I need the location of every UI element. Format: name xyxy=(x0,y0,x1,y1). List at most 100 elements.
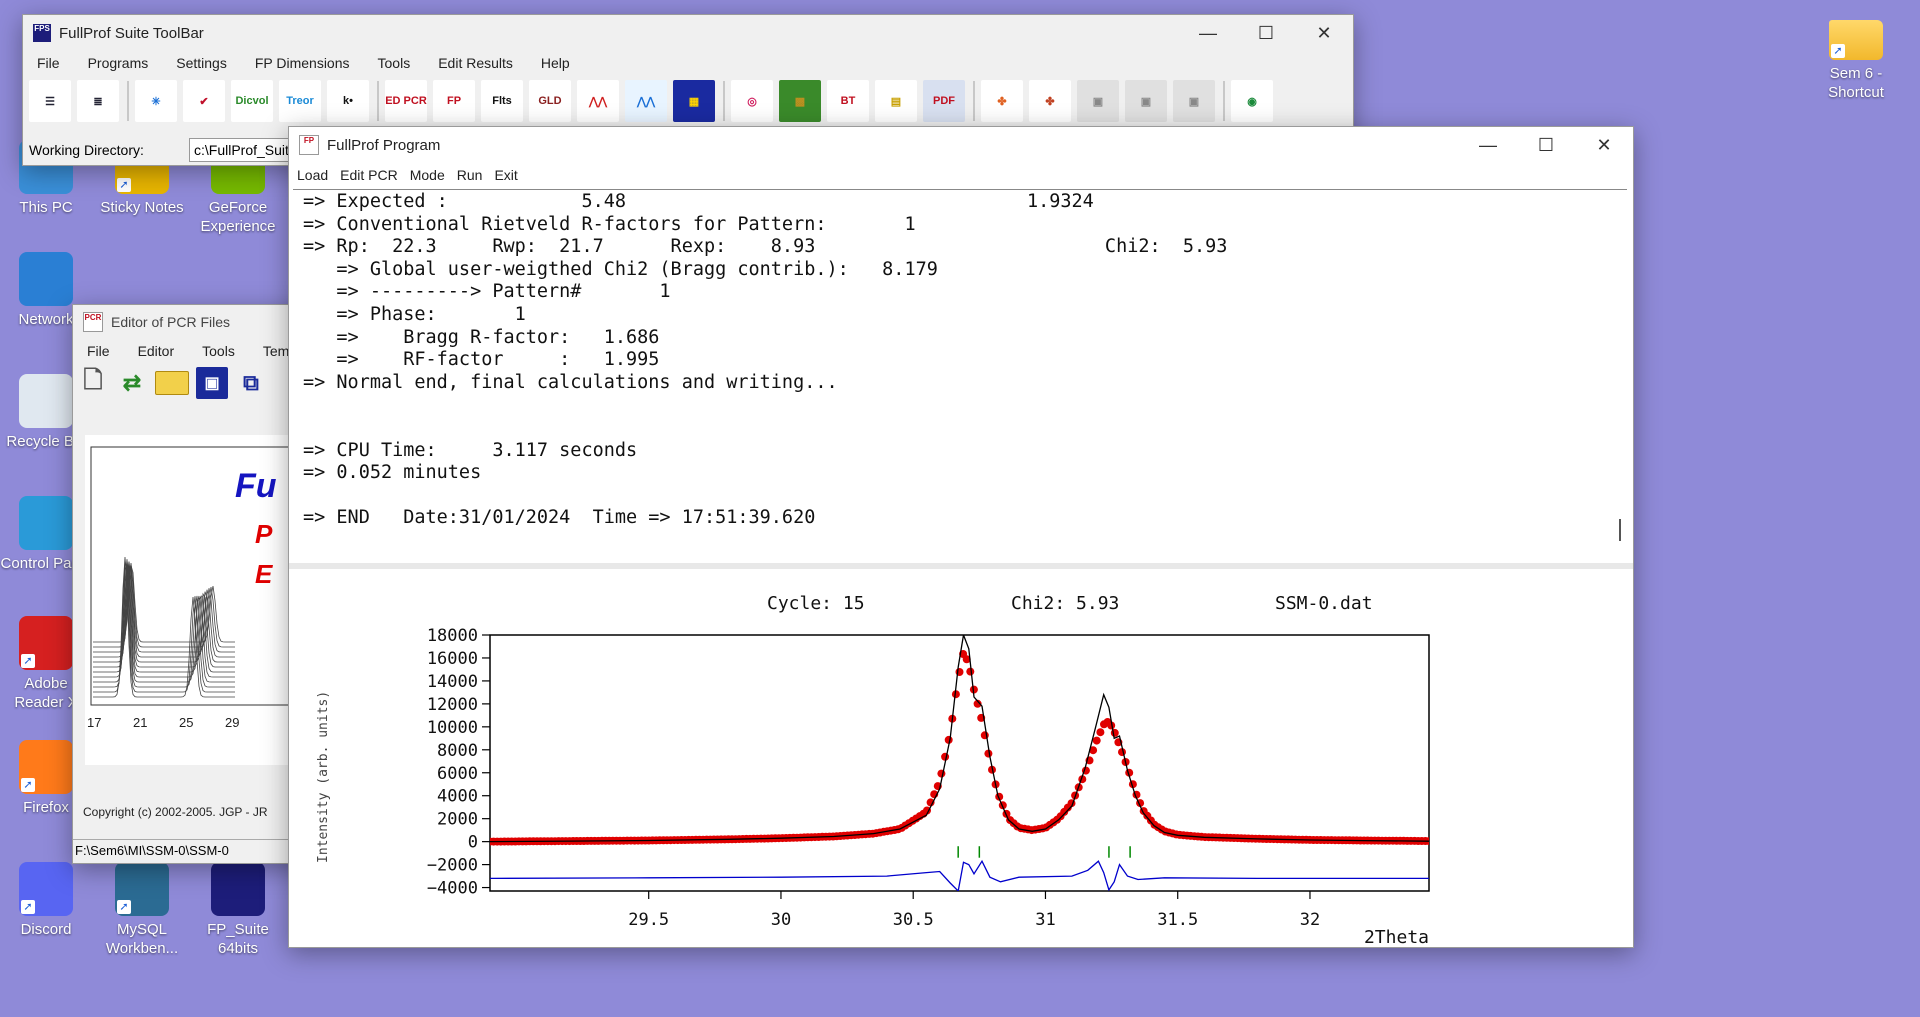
open-folder-icon[interactable] xyxy=(155,371,189,395)
new-from-template-icon[interactable]: ⇄ xyxy=(116,367,148,399)
molecule-icon[interactable]: ✤ xyxy=(981,80,1023,122)
toolbar-separator xyxy=(723,81,725,121)
pcr-menu-editor[interactable]: Editor xyxy=(124,339,189,363)
y-tick-label: −2000 xyxy=(427,856,478,876)
desktop-icon-label: GeForce Experience xyxy=(200,199,276,235)
desktop-icon-sem6-shortcut[interactable]: ➚ Sem 6 - Shortcut xyxy=(1808,14,1904,102)
window-title: FullProf Program xyxy=(327,136,441,154)
rietveld-plot: Cycle: 15 Chi2: 5.93 SSM-0.dat 18000 16000 14… xyxy=(289,569,1633,948)
toolbar-menu-fp-dimensions[interactable]: FP Dimensions xyxy=(241,51,364,75)
marpdf-icon[interactable]: PDF xyxy=(923,80,965,122)
minimize-button[interactable]: — xyxy=(1459,127,1517,163)
observed-point xyxy=(941,752,950,761)
working-directory-field[interactable]: c:\FullProf_Suit xyxy=(189,138,294,162)
bastreps-icon[interactable]: BT xyxy=(827,80,869,122)
toolbar-menu-help[interactable]: Help xyxy=(527,51,584,75)
fps-app-icon: FPS xyxy=(33,24,51,42)
x-tick-label: 31.5 xyxy=(1157,910,1198,930)
x-tick-label: 29.5 xyxy=(628,910,669,930)
fullprof-icon[interactable]: FP xyxy=(433,80,475,122)
fullprof-menu-exit[interactable]: Exit xyxy=(488,163,523,187)
console-line: => Expected : 5.48 1.9324 xyxy=(303,191,1094,212)
ksearch-icon[interactable]: k• xyxy=(327,80,369,122)
winplotr2-icon[interactable]: ⋀⋀ xyxy=(625,80,667,122)
fullprof-menu-edit-pcr[interactable]: Edit PCR xyxy=(334,163,404,187)
console-output: => Expected : 5.48 1.9324 => Conventional… xyxy=(293,191,1621,561)
globe-icon[interactable]: ◉ xyxy=(1231,80,1273,122)
console-line: => Rp: 22.3 Rwp: 21.7 Rexp: 8.93 Chi2: 5… xyxy=(303,236,1228,258)
desktop-icon-label: Discord xyxy=(20,921,72,938)
save-all-icon[interactable]: ⧉ xyxy=(235,367,267,399)
pcr-toolbar: 🗋 ⇄ ▣ ⧉ xyxy=(73,363,313,403)
toolbar-menu-file[interactable]: File xyxy=(23,51,74,75)
treor-icon[interactable]: Treor xyxy=(279,80,321,122)
desktop-icon-label: Sticky Notes xyxy=(100,199,184,216)
splash-tick: 25 xyxy=(179,715,193,730)
maximize-button[interactable]: ☐ xyxy=(1237,15,1295,51)
plot-file-label: SSM-0.dat xyxy=(1275,593,1373,614)
winplotr-icon[interactable]: ⋀⋀ xyxy=(577,80,619,122)
fp-suite-icon xyxy=(211,862,265,916)
desktop-icon-discord[interactable]: ➚ Discord xyxy=(0,862,94,939)
observed-point xyxy=(1096,728,1105,737)
control-panel-icon xyxy=(19,496,73,550)
fullprof-menu-run[interactable]: Run xyxy=(451,163,489,187)
close-button[interactable]: ✕ xyxy=(1295,15,1353,51)
save-icon[interactable]: ▣ xyxy=(196,367,228,399)
disabled-icon-1[interactable]: ▣ xyxy=(1077,80,1119,122)
toolbar-menubar: File Programs Settings FP Dimensions Tools Ed… xyxy=(23,51,1353,75)
lattice-icon[interactable]: ✳ xyxy=(135,80,177,122)
texture-icon[interactable]: ▩ xyxy=(779,80,821,122)
working-directory-label: Working Directory: xyxy=(29,142,144,158)
desktop-icon-mysql-workbench[interactable]: ➚ MySQL Workben... xyxy=(94,862,190,958)
rietveld-plot-svg: Cycle: 15 Chi2: 5.93 SSM-0.dat 18000 16000 14… xyxy=(316,593,1430,948)
console-scrollbar[interactable] xyxy=(1619,519,1621,541)
gldp-icon[interactable]: GLD xyxy=(529,80,571,122)
toolbar-separator xyxy=(127,81,129,121)
maximize-button[interactable]: ☐ xyxy=(1517,127,1575,163)
observed-point xyxy=(1110,728,1119,737)
editor-icon[interactable]: ≣ xyxy=(77,80,119,122)
toolbar-menu-programs[interactable]: Programs xyxy=(74,51,163,75)
console-line: => RF-factor : 1.995 xyxy=(303,349,660,371)
window-title: Editor of PCR Files xyxy=(111,314,231,330)
edpcr2-icon[interactable]: ED PCR xyxy=(385,80,427,122)
disabled-icon-3[interactable]: ▣ xyxy=(1173,80,1215,122)
folder-icon: ➚ xyxy=(1829,20,1883,60)
fullprof-menu-load[interactable]: Load xyxy=(291,163,334,187)
toolbar-menu-tools[interactable]: Tools xyxy=(364,51,425,75)
dysnomia-icon[interactable]: ✤ xyxy=(1029,80,1071,122)
grid-icon[interactable]: ▦ xyxy=(673,80,715,122)
splash-letter: Fu xyxy=(235,467,277,505)
pcr-menu-file[interactable]: File xyxy=(73,339,124,363)
gridcell-icon[interactable]: ▤ xyxy=(875,80,917,122)
pcr-menubar: FileEditorToolsTemplate xyxy=(73,339,320,363)
fullprof-menu-mode[interactable]: Mode xyxy=(404,163,451,187)
edpcr-app-icon: PCR xyxy=(83,312,103,332)
faults-icon[interactable]: Flts xyxy=(481,80,523,122)
splash-tick: 17 xyxy=(87,715,101,730)
check-icon[interactable]: ✔ xyxy=(183,80,225,122)
observed-point xyxy=(937,769,946,778)
y-tick-label: 10000 xyxy=(427,718,478,738)
toolbar-menu-settings[interactable]: Settings xyxy=(162,51,241,75)
splash-letter: P xyxy=(255,519,273,549)
fullprof-program-window: FP FullProf Program — ☐ ✕ Load Edit PCR Mo… xyxy=(288,126,1634,948)
x-tick-label: 30.5 xyxy=(893,910,934,930)
x-axis-label: 2Theta xyxy=(1364,927,1429,947)
pcr-menu-tools[interactable]: Tools xyxy=(188,339,249,363)
console-line: => Global user-weigthed Chi2 (Bragg cont… xyxy=(303,258,938,280)
rings-icon[interactable]: ◎ xyxy=(731,80,773,122)
disabled-icon-2[interactable]: ▣ xyxy=(1125,80,1167,122)
dicvol-icon[interactable]: Dicvol xyxy=(231,80,273,122)
minimize-button[interactable]: — xyxy=(1179,15,1237,51)
discord-icon: ➚ xyxy=(19,862,73,916)
edpcr-icon[interactable]: ☰ xyxy=(29,80,71,122)
toolbar-menu-edit-results[interactable]: Edit Results xyxy=(424,51,527,75)
close-button[interactable]: ✕ xyxy=(1575,127,1633,163)
new-file-icon[interactable]: 🗋 xyxy=(77,367,109,399)
desktop-icon-fp-suite[interactable]: FP_Suite 64bits xyxy=(190,862,286,958)
network-icon xyxy=(19,252,73,306)
